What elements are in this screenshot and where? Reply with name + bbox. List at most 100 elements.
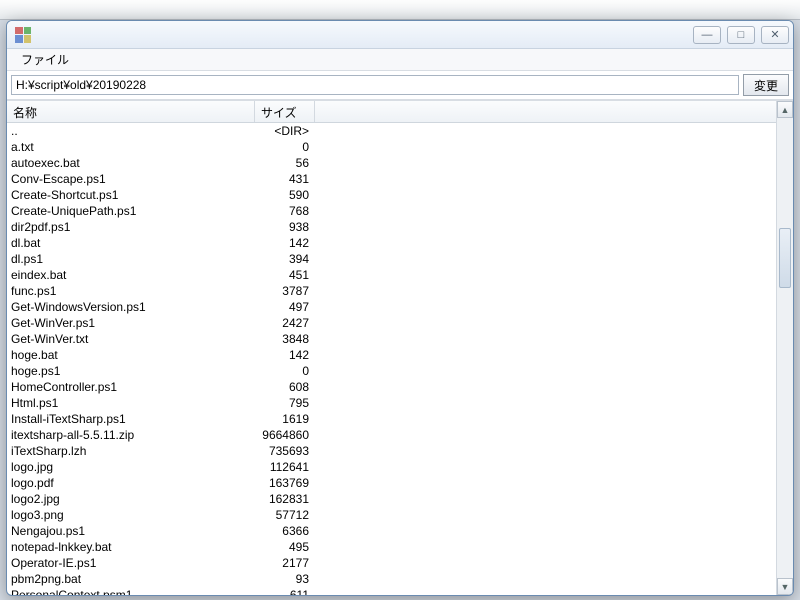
- file-row[interactable]: Get-WinVer.txt3848: [7, 331, 776, 347]
- file-size-cell: 6366: [255, 523, 315, 539]
- file-row[interactable]: dl.bat142: [7, 235, 776, 251]
- scroll-track[interactable]: [777, 118, 793, 578]
- file-name-cell: logo3.png: [7, 507, 255, 523]
- path-row: 変更: [7, 71, 793, 100]
- file-row[interactable]: Create-UniquePath.ps1768: [7, 203, 776, 219]
- file-row[interactable]: pbm2png.bat93: [7, 571, 776, 587]
- file-size-cell: 938: [255, 219, 315, 235]
- file-size-cell: 611: [255, 587, 315, 595]
- file-row[interactable]: Create-Shortcut.ps1590: [7, 187, 776, 203]
- file-name-cell: notepad-lnkkey.bat: [7, 539, 255, 555]
- file-name-cell: Nengajou.ps1: [7, 523, 255, 539]
- file-row[interactable]: ..<DIR>: [7, 123, 776, 139]
- file-name-cell: eindex.bat: [7, 267, 255, 283]
- file-size-cell: 431: [255, 171, 315, 187]
- file-row[interactable]: HomeController.ps1608: [7, 379, 776, 395]
- file-name-cell: dl.ps1: [7, 251, 255, 267]
- file-name-cell: itextsharp-all-5.5.11.zip: [7, 427, 255, 443]
- file-row[interactable]: Operator-IE.ps12177: [7, 555, 776, 571]
- file-name-cell: logo.jpg: [7, 459, 255, 475]
- file-name-cell: func.ps1: [7, 283, 255, 299]
- column-header-name[interactable]: 名称: [7, 101, 255, 122]
- file-list-area: 名称 サイズ ..<DIR>a.txt0autoexec.bat56Conv-E…: [7, 100, 793, 595]
- file-name-cell: logo2.jpg: [7, 491, 255, 507]
- file-row[interactable]: Conv-Escape.ps1431: [7, 171, 776, 187]
- file-size-cell: 142: [255, 347, 315, 363]
- file-size-cell: 2427: [255, 315, 315, 331]
- file-name-cell: Get-WinVer.ps1: [7, 315, 255, 331]
- scroll-thumb[interactable]: [779, 228, 791, 288]
- file-size-cell: 1619: [255, 411, 315, 427]
- menu-file[interactable]: ファイル: [13, 49, 77, 70]
- file-size-cell: 608: [255, 379, 315, 395]
- file-name-cell: pbm2png.bat: [7, 571, 255, 587]
- file-size-cell: 56: [255, 155, 315, 171]
- file-size-cell: 394: [255, 251, 315, 267]
- file-name-cell: hoge.ps1: [7, 363, 255, 379]
- file-row[interactable]: Install-iTextSharp.ps11619: [7, 411, 776, 427]
- file-name-cell: dl.bat: [7, 235, 255, 251]
- column-header-spacer: [315, 101, 776, 122]
- file-name-cell: ..: [7, 123, 255, 139]
- file-row[interactable]: notepad-lnkkey.bat495: [7, 539, 776, 555]
- browser-chrome-bar: [0, 0, 800, 20]
- file-row[interactable]: logo.jpg112641: [7, 459, 776, 475]
- file-size-cell: 162831: [255, 491, 315, 507]
- file-name-cell: Create-Shortcut.ps1: [7, 187, 255, 203]
- file-row[interactable]: iTextSharp.lzh735693: [7, 443, 776, 459]
- file-name-cell: Install-iTextSharp.ps1: [7, 411, 255, 427]
- file-name-cell: Html.ps1: [7, 395, 255, 411]
- scroll-down-arrow-icon[interactable]: ▼: [777, 578, 793, 595]
- file-size-cell: 497: [255, 299, 315, 315]
- file-name-cell: hoge.bat: [7, 347, 255, 363]
- file-row[interactable]: hoge.bat142: [7, 347, 776, 363]
- file-size-cell: 112641: [255, 459, 315, 475]
- file-row[interactable]: Get-WinVer.ps12427: [7, 315, 776, 331]
- file-row[interactable]: logo3.png57712: [7, 507, 776, 523]
- file-name-cell: Create-UniquePath.ps1: [7, 203, 255, 219]
- file-size-cell: 57712: [255, 507, 315, 523]
- file-name-cell: Get-WinVer.txt: [7, 331, 255, 347]
- file-size-cell: 795: [255, 395, 315, 411]
- file-size-cell: 93: [255, 571, 315, 587]
- scroll-up-arrow-icon[interactable]: ▲: [777, 101, 793, 118]
- minimize-button[interactable]: —: [693, 26, 721, 44]
- app-window: — □ ✕ ファイル 変更 名称 サイズ ..<DIR>a.txt0autoex…: [6, 20, 794, 596]
- file-size-cell: 451: [255, 267, 315, 283]
- app-icon: [15, 27, 31, 43]
- file-name-cell: logo.pdf: [7, 475, 255, 491]
- path-input[interactable]: [11, 75, 739, 95]
- change-button[interactable]: 変更: [743, 74, 789, 96]
- close-button[interactable]: ✕: [761, 26, 789, 44]
- file-size-cell: 590: [255, 187, 315, 203]
- file-listview[interactable]: 名称 サイズ ..<DIR>a.txt0autoexec.bat56Conv-E…: [7, 101, 776, 595]
- file-row[interactable]: logo2.jpg162831: [7, 491, 776, 507]
- file-name-cell: a.txt: [7, 139, 255, 155]
- file-row[interactable]: func.ps13787: [7, 283, 776, 299]
- file-row[interactable]: Nengajou.ps16366: [7, 523, 776, 539]
- maximize-button[interactable]: □: [727, 26, 755, 44]
- menubar: ファイル: [7, 49, 793, 71]
- file-row[interactable]: Get-WindowsVersion.ps1497: [7, 299, 776, 315]
- file-row[interactable]: eindex.bat451: [7, 267, 776, 283]
- file-row[interactable]: dir2pdf.ps1938: [7, 219, 776, 235]
- file-row[interactable]: a.txt0: [7, 139, 776, 155]
- column-header-size[interactable]: サイズ: [255, 101, 315, 122]
- file-size-cell: 768: [255, 203, 315, 219]
- file-row[interactable]: PersonalContext.psm1611: [7, 587, 776, 595]
- file-name-cell: Conv-Escape.ps1: [7, 171, 255, 187]
- titlebar: — □ ✕: [7, 21, 793, 49]
- vertical-scrollbar[interactable]: ▲ ▼: [776, 101, 793, 595]
- file-size-cell: 735693: [255, 443, 315, 459]
- file-row[interactable]: hoge.ps10: [7, 363, 776, 379]
- file-size-cell: 0: [255, 139, 315, 155]
- file-row[interactable]: logo.pdf163769: [7, 475, 776, 491]
- file-row[interactable]: Html.ps1795: [7, 395, 776, 411]
- file-row[interactable]: dl.ps1394: [7, 251, 776, 267]
- file-name-cell: PersonalContext.psm1: [7, 587, 255, 595]
- file-name-cell: Get-WindowsVersion.ps1: [7, 299, 255, 315]
- file-size-cell: 9664860: [255, 427, 315, 443]
- file-row[interactable]: autoexec.bat56: [7, 155, 776, 171]
- file-row[interactable]: itextsharp-all-5.5.11.zip9664860: [7, 427, 776, 443]
- file-size-cell: 0: [255, 363, 315, 379]
